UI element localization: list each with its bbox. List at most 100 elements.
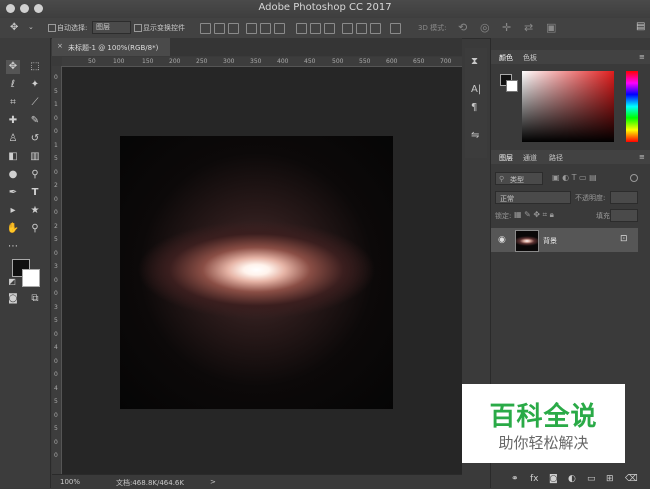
default-colors-icon[interactable]: ◩ xyxy=(5,275,19,289)
canvas-lens-flare-image[interactable] xyxy=(120,136,393,409)
more-tools-icon[interactable]: ⋯ xyxy=(6,240,20,254)
layer-lock-icon: ⊡ xyxy=(620,234,628,244)
ruler-label: 0 xyxy=(54,128,58,135)
path-select-tool-icon[interactable]: ▸ xyxy=(6,204,20,218)
crop-tool-icon[interactable]: ⌗ xyxy=(6,96,20,110)
blur-tool-icon[interactable]: ● xyxy=(6,168,20,182)
new-layer-icon[interactable]: ⊞ xyxy=(606,474,614,484)
move-tool-icon[interactable]: ✥ xyxy=(6,60,20,74)
distribute-top-icon[interactable] xyxy=(296,23,307,34)
color-panel-tabs: 颜色 色板 ≡ xyxy=(491,50,650,64)
align-hcenter-icon[interactable] xyxy=(260,23,271,34)
filter-toggle[interactable] xyxy=(630,174,638,182)
tab-swatches[interactable]: 色板 xyxy=(523,53,537,63)
layer-row[interactable]: ◉ 背景 ⊡ xyxy=(491,228,638,252)
3d-roll-icon[interactable]: ◎ xyxy=(480,21,490,34)
ruler-label: 0 xyxy=(54,452,58,459)
opacity-label: 不透明度: xyxy=(575,194,606,202)
ruler-label: 1 xyxy=(54,101,58,108)
fill-input[interactable] xyxy=(610,209,638,222)
ruler-label: 5 xyxy=(54,87,58,95)
quick-mask-icon[interactable]: ◙ xyxy=(6,292,20,306)
screen-mode-icon[interactable]: ⧉ xyxy=(28,292,42,306)
lock-icons[interactable]: ▦ ✎ ✥ ⌗ 🔒︎ xyxy=(514,210,554,220)
lasso-tool-icon[interactable]: ℓ xyxy=(6,78,20,92)
hue-slider[interactable] xyxy=(626,71,638,142)
link-icon[interactable]: ⚭ xyxy=(511,474,519,484)
color-panel-menu-icon[interactable]: ≡ xyxy=(639,53,645,61)
color-picker-field[interactable] xyxy=(522,71,614,142)
layer-name: 背景 xyxy=(543,237,557,245)
history-brush-tool-icon[interactable]: ↺ xyxy=(28,132,42,146)
type-tool-icon[interactable]: T xyxy=(28,186,42,200)
clone-stamp-tool-icon[interactable]: ♙ xyxy=(6,132,20,146)
align-top-icon[interactable] xyxy=(200,23,211,34)
fx-icon[interactable]: fx xyxy=(530,474,539,484)
tab-paths[interactable]: 路径 xyxy=(549,153,563,163)
distribute-left-icon[interactable] xyxy=(342,23,353,34)
marquee-tool-icon[interactable]: ⬚ xyxy=(28,60,42,74)
document-tab[interactable]: × 未标题-1 @ 100%(RGB/8*) xyxy=(52,38,171,56)
healing-brush-tool-icon[interactable]: ✚ xyxy=(6,114,20,128)
hand-tool-icon[interactable]: ✋ xyxy=(6,222,20,236)
paragraph-panel-icon[interactable]: ¶ xyxy=(471,102,477,113)
ruler-label: 200 xyxy=(169,58,181,65)
workspace-icon[interactable]: ▤ xyxy=(636,21,645,32)
pen-tool-icon[interactable]: ✒ xyxy=(6,186,20,200)
tab-layers[interactable]: 图层 xyxy=(499,153,513,163)
tab-color[interactable]: 颜色 xyxy=(499,53,513,63)
auto-select-checkbox[interactable] xyxy=(48,24,56,32)
layer-kind-filter[interactable]: ⚲ 类型 xyxy=(495,172,543,185)
quick-select-tool-icon[interactable]: ✦ xyxy=(28,78,42,92)
align-bottom-icon[interactable] xyxy=(228,23,239,34)
distribute-right-icon[interactable] xyxy=(370,23,381,34)
ruler-label: 0 xyxy=(54,411,58,419)
align-right-icon[interactable] xyxy=(274,23,285,34)
ruler-label: 3 xyxy=(54,303,58,311)
blend-mode-select[interactable]: 正常 xyxy=(495,191,571,204)
eraser-tool-icon[interactable]: ◧ xyxy=(6,150,20,164)
ruler-label: 2 xyxy=(54,182,58,189)
opacity-input[interactable] xyxy=(610,191,638,204)
background-color-swatch[interactable] xyxy=(22,269,40,287)
shape-tool-icon[interactable]: ★ xyxy=(28,204,42,218)
watermark-title: 百科全说 xyxy=(489,402,598,432)
mask-icon[interactable]: ◙ xyxy=(549,474,558,484)
filter-icons[interactable]: ▣ ◐ T ▭ ▤ xyxy=(552,173,597,182)
distribute-vcenter-icon[interactable] xyxy=(310,23,321,34)
history-panel-icon[interactable]: ⧗ xyxy=(471,56,478,67)
ruler-label: 350 xyxy=(250,58,262,65)
move-tool-icon[interactable]: ✥ xyxy=(10,22,18,33)
distribute-bottom-icon[interactable] xyxy=(324,23,335,34)
show-transform-checkbox[interactable] xyxy=(134,24,142,32)
zoom-level[interactable]: 100% xyxy=(60,478,80,486)
gradient-tool-icon[interactable]: ▥ xyxy=(28,150,42,164)
visibility-eye-icon[interactable]: ◉ xyxy=(498,235,506,245)
auto-select-dropdown[interactable]: 图层 xyxy=(92,21,131,34)
3d-orbit-icon[interactable]: ⟲ xyxy=(458,21,467,34)
3d-slide-icon[interactable]: ⇄ xyxy=(524,21,533,34)
ruler-label: 0 xyxy=(54,74,58,81)
panel-background-swatch[interactable] xyxy=(506,80,518,92)
lock-label: 锁定: xyxy=(495,212,512,220)
character-panel-icon[interactable]: A| xyxy=(471,84,481,95)
eyedropper-tool-icon[interactable]: ⟋ xyxy=(28,96,42,110)
properties-panel-icon[interactable]: ⇋ xyxy=(471,130,479,141)
tool-preset-dropdown[interactable]: ⌄ xyxy=(28,23,34,31)
3d-pan-icon[interactable]: ✛ xyxy=(502,21,511,34)
status-menu-arrow[interactable]: > xyxy=(210,478,216,486)
align-vcenter-icon[interactable] xyxy=(214,23,225,34)
trash-icon[interactable]: ⌫ xyxy=(625,474,638,484)
auto-align-icon[interactable] xyxy=(390,23,401,34)
close-document-icon[interactable]: × xyxy=(57,42,63,50)
folder-icon[interactable]: ▭ xyxy=(587,474,596,484)
distribute-hcenter-icon[interactable] xyxy=(356,23,367,34)
layers-panel-menu-icon[interactable]: ≡ xyxy=(639,153,645,161)
dodge-tool-icon[interactable]: ⚲ xyxy=(28,168,42,182)
3d-scale-icon[interactable]: ▣ xyxy=(546,21,556,34)
adjustment-icon[interactable]: ◐ xyxy=(568,474,576,484)
tab-channels[interactable]: 通道 xyxy=(523,153,537,163)
zoom-tool-icon[interactable]: ⚲ xyxy=(28,222,42,236)
align-left-icon[interactable] xyxy=(246,23,257,34)
brush-tool-icon[interactable]: ✎ xyxy=(28,114,42,128)
